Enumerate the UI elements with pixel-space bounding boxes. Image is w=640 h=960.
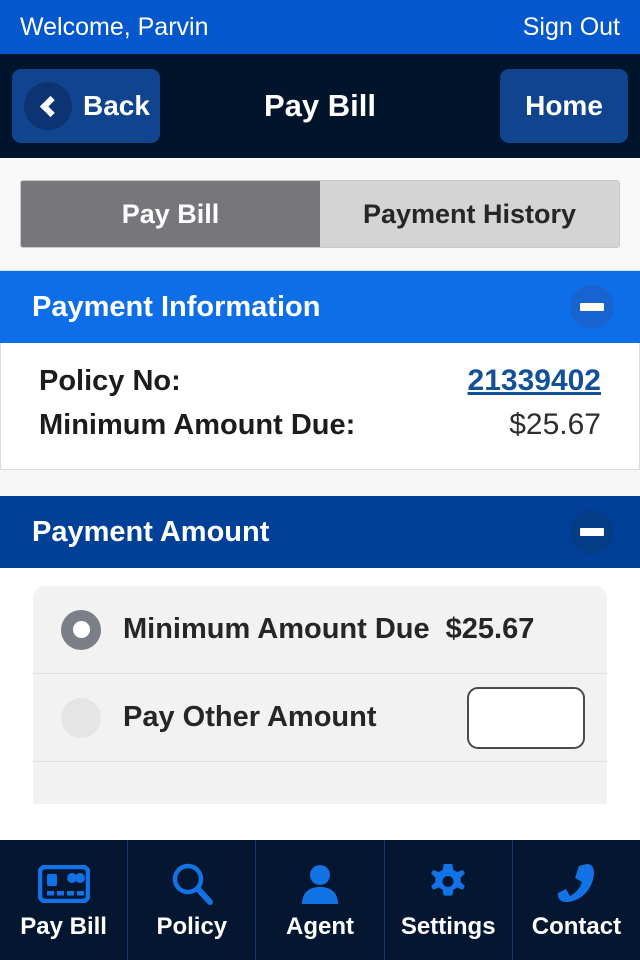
- policy-no-label: Policy No:: [39, 365, 181, 397]
- payment-amount-header[interactable]: Payment Amount: [0, 496, 640, 568]
- section-divider: [0, 470, 640, 496]
- payment-information-title: Payment Information: [32, 290, 321, 323]
- bottom-nav-pay-bill[interactable]: Pay Bill: [0, 840, 129, 960]
- bottom-nav-agent[interactable]: Agent: [256, 840, 385, 960]
- other-amount-input[interactable]: [467, 686, 585, 749]
- payment-option-group: Minimum Amount Due $25.67 Pay Other Amou…: [33, 586, 607, 804]
- person-icon: [298, 859, 342, 909]
- policy-no-link[interactable]: 21339402: [468, 364, 601, 398]
- bottom-nav-policy[interactable]: Policy: [128, 840, 257, 960]
- home-button[interactable]: Home: [500, 69, 628, 143]
- bottom-nav-policy-label: Policy: [156, 913, 228, 940]
- bottom-nav-settings-label: Settings: [400, 913, 496, 940]
- welcome-text: Welcome, Parvin: [20, 12, 209, 41]
- policy-no-row: Policy No: 21339402: [39, 359, 601, 403]
- welcome-bar: Welcome, Parvin Sign Out: [0, 0, 640, 54]
- bottom-nav-settings[interactable]: Settings: [385, 840, 513, 960]
- magnifier-icon: [169, 859, 215, 909]
- segmented-control: Pay Bill Payment History: [20, 180, 620, 248]
- payment-information-body: Policy No: 21339402 Minimum Amount Due: …: [0, 343, 640, 470]
- bottom-nav-contact-label: Contact: [531, 913, 622, 940]
- option-pay-other-amount[interactable]: Pay Other Amount: [33, 674, 607, 762]
- payment-amount-body: Minimum Amount Due $25.67 Pay Other Amou…: [0, 568, 640, 804]
- payment-amount-title: Payment Amount: [32, 515, 270, 548]
- chevron-left-icon: [24, 82, 72, 130]
- bottom-nav-pay-bill-label: Pay Bill: [20, 913, 107, 940]
- credit-card-icon: [37, 859, 90, 909]
- minimum-amount-due-row: Minimum Amount Due: $25.67: [39, 403, 601, 447]
- radio-pay-other-amount[interactable]: [61, 697, 101, 738]
- minus-icon[interactable]: [570, 510, 614, 554]
- radio-minimum-amount-due[interactable]: [61, 609, 101, 650]
- option-minimum-amount-due[interactable]: Minimum Amount Due $25.67: [33, 586, 607, 674]
- option-other-label: Pay Other Amount: [123, 701, 377, 733]
- minimum-amount-due-label: Minimum Amount Due:: [39, 409, 356, 441]
- option-row-partial[interactable]: [33, 762, 607, 804]
- tab-bar-container: Pay Bill Payment History: [0, 158, 640, 271]
- back-button[interactable]: Back: [12, 69, 160, 143]
- gear-icon: [425, 859, 471, 909]
- tab-pay-bill[interactable]: Pay Bill: [21, 181, 320, 247]
- bottom-nav-contact[interactable]: Contact: [513, 840, 640, 960]
- tab-payment-history[interactable]: Payment History: [320, 181, 619, 247]
- bottom-navigation-bar: Pay Bill Policy Agent Settings Contact: [0, 840, 640, 960]
- bottom-nav-agent-label: Agent: [286, 913, 354, 940]
- navigation-bar: Back Pay Bill Home: [0, 54, 640, 158]
- minimum-amount-due-value: $25.67: [509, 408, 601, 441]
- back-button-label: Back: [83, 90, 150, 121]
- minus-icon[interactable]: [570, 285, 614, 329]
- sign-out-link[interactable]: Sign Out: [523, 13, 620, 42]
- option-minimum-amount: $25.67: [445, 613, 535, 645]
- option-minimum-label: Minimum Amount Due: [123, 613, 430, 645]
- app-root: Welcome, Parvin Sign Out Back Pay Bill H…: [0, 0, 640, 960]
- phone-icon: [554, 859, 598, 909]
- payment-information-header[interactable]: Payment Information: [0, 271, 640, 343]
- home-button-label: Home: [525, 90, 603, 121]
